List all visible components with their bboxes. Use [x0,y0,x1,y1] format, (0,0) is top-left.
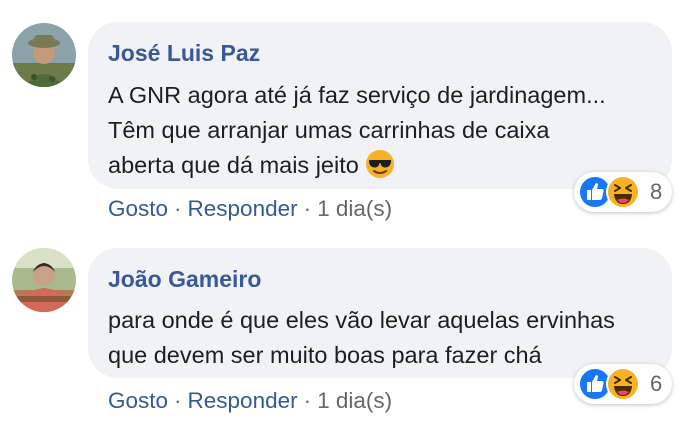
avatar-photo [12,23,76,87]
haha-icon [606,175,640,209]
comment-text-line: para onde é que eles vão levar aquelas e… [108,307,615,333]
avatar[interactable] [12,248,76,312]
separator: · [303,388,312,413]
reactions-summary[interactable]: 6 [574,364,673,404]
comment-text: A GNR agora até já faz serviço de jardin… [108,78,606,189]
reply-button[interactable]: Responder [188,388,298,413]
comment-text-line: aberta que dá mais jeito [108,148,606,189]
separator: · [174,196,182,221]
reaction-count: 6 [650,371,663,396]
reactions-summary[interactable]: 8 [574,172,673,212]
avatar-photo [12,248,76,312]
comment-text-line: Têm que arranjar umas carrinhas de caixa [108,117,550,143]
separator: · [174,388,182,413]
haha-icon [606,367,640,401]
reply-button[interactable]: Responder [188,196,298,221]
comment-timestamp[interactable]: 1 dia(s) [317,196,392,221]
comment-bubble: José Luis Paz A GNR agora até já faz ser… [88,22,672,189]
like-button[interactable]: Gosto [108,388,168,413]
sunglasses-emoji-icon [365,149,395,189]
comment-timestamp[interactable]: 1 dia(s) [317,388,392,413]
comment-actions: Gosto · Responder · 1 dia(s) [108,388,392,414]
like-button[interactable]: Gosto [108,196,168,221]
separator: · [303,196,312,221]
reaction-count: 8 [650,179,663,204]
comment-bubble: João Gameiro para onde é que eles vão le… [88,248,672,378]
comment-author[interactable]: José Luis Paz [108,40,260,67]
avatar[interactable] [12,23,76,87]
comment-actions: Gosto · Responder · 1 dia(s) [108,196,392,222]
comment-author[interactable]: João Gameiro [108,266,261,293]
comment-text-line: que devem ser muito boas para fazer chá [108,342,542,368]
comment-text-segment: aberta que dá mais jeito [108,152,359,178]
comment-text-line: A GNR agora até já faz serviço de jardin… [108,82,606,108]
comment-text: para onde é que eles vão levar aquelas e… [108,303,615,373]
